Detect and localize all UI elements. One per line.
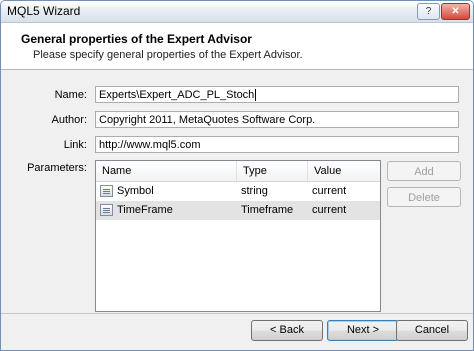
delete-button[interactable]: Delete — [387, 187, 461, 207]
name-field[interactable]: Experts\Expert_ADC_PL_Stoch — [95, 86, 459, 103]
mql5-wizard-window: MQL5 Wizard ? ✕ General properties of th… — [0, 0, 474, 351]
author-label: Author: — [51, 114, 87, 126]
column-header-value[interactable]: Value — [308, 161, 380, 181]
name-label: Name: — [54, 89, 87, 101]
parameter-icon — [100, 185, 113, 197]
parameter-row-timeframe[interactable]: TimeFrame Timeframe current — [96, 201, 380, 220]
title-bar[interactable]: MQL5 Wizard ? ✕ — [1, 1, 473, 23]
footer-divider — [1, 313, 473, 314]
parameter-type: Timeframe — [241, 204, 294, 216]
cancel-button[interactable]: Cancel — [396, 320, 468, 341]
parameter-type: string — [241, 185, 268, 197]
text-caret — [255, 89, 257, 102]
help-button[interactable]: ? — [417, 3, 440, 20]
window-title: MQL5 Wizard — [7, 4, 81, 18]
parameter-name: TimeFrame — [117, 204, 173, 216]
link-label: Link: — [63, 139, 87, 151]
page-title: General properties of the Expert Advisor — [21, 32, 252, 46]
add-button[interactable]: Add — [387, 161, 461, 181]
parameters-label: Parameters: — [27, 162, 87, 174]
parameter-value: current — [312, 204, 347, 216]
link-field[interactable]: http://www.mql5.com — [95, 136, 459, 153]
next-button[interactable]: Next > — [327, 320, 399, 341]
back-button[interactable]: < Back — [251, 320, 323, 341]
parameter-name: Symbol — [117, 185, 154, 197]
parameter-icon — [100, 204, 113, 216]
parameter-row-symbol[interactable]: Symbol string current — [96, 182, 380, 201]
column-header-name[interactable]: Name — [96, 161, 237, 181]
wizard-header: General properties of the Expert Advisor… — [1, 23, 473, 70]
author-field-value: Copyright 2011, MetaQuotes Software Corp… — [99, 114, 316, 126]
page-subtitle: Please specify general properties of the… — [33, 49, 303, 61]
parameter-value: current — [312, 185, 347, 197]
link-field-value: http://www.mql5.com — [99, 139, 201, 151]
author-field[interactable]: Copyright 2011, MetaQuotes Software Corp… — [95, 111, 459, 128]
column-header-type[interactable]: Type — [237, 161, 308, 181]
parameters-list[interactable]: Name Type Value Symbol string current Ti… — [95, 160, 381, 312]
close-button[interactable]: ✕ — [441, 3, 470, 20]
parameters-list-header: Name Type Value — [96, 161, 380, 182]
name-field-value: Experts\Expert_ADC_PL_Stoch — [99, 89, 255, 101]
